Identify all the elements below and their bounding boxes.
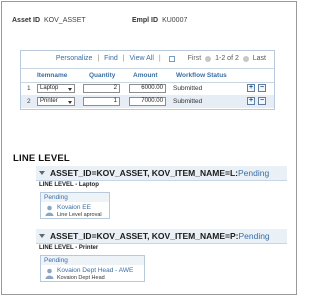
panel-status: Pending [238, 168, 270, 178]
delete-row-button[interactable]: − [258, 84, 266, 92]
itemname-select[interactable]: Laptop [37, 84, 75, 93]
panel-status: Pending [238, 231, 270, 241]
approver-card: Pending Kovaion EE Line Level aproval [40, 192, 110, 219]
last-link[interactable]: Last [253, 55, 266, 62]
dropdown-caret-icon [68, 101, 72, 104]
person-icon [45, 268, 54, 279]
itemname-select[interactable]: Printer [37, 97, 75, 106]
itemname-value: Laptop [40, 85, 59, 91]
column-header-quantity[interactable]: Quantity [89, 72, 115, 79]
panel-header-text: ASSET_ID=KOV_ASSET, KOV_ITEM_NAME=P: [50, 231, 239, 241]
first-link[interactable]: First [188, 55, 202, 62]
approver-role: Kovaion Dept Head [57, 275, 105, 281]
workflow-status: Submitted [173, 98, 203, 105]
line-level-subtitle: LINE LEVEL - Printer [39, 245, 99, 251]
panel-header-text: ASSET_ID=KOV_ASSET, KOV_ITEM_NAME=L: [50, 168, 238, 178]
table-row: 2 Printer 1 7000.00 Submitted + − [21, 95, 274, 108]
approver-role: Line Level aproval [57, 212, 102, 218]
empl-id-label: Empl ID [132, 17, 159, 24]
approval-panel-header[interactable]: ASSET_ID=KOV_ASSET, KOV_ITEM_NAME=L:Pend… [36, 166, 287, 181]
column-header-workflow-status[interactable]: Workflow Status [176, 72, 227, 79]
view-all-link[interactable]: View All [130, 55, 154, 62]
toolbar-separator: | [122, 55, 125, 62]
toolbar-separator: | [97, 55, 100, 62]
delete-row-button[interactable]: − [258, 97, 266, 105]
column-header-itemname[interactable]: Itemname [37, 72, 67, 79]
card-status: Pending [41, 193, 109, 202]
table-row: 1 Laptop 2 6000.00 Submitted + − [21, 82, 274, 95]
empl-id-field: Empl ID KU0007 [132, 17, 187, 24]
workflow-status: Submitted [173, 85, 203, 92]
amount-input[interactable]: 6000.00 [129, 84, 166, 93]
approver-card: Pending Kovaion Dept Head - AWE Kovaion … [40, 255, 145, 282]
asset-id-label: Asset ID [12, 17, 41, 24]
row-range: 1-2 of 2 [215, 55, 239, 62]
itemname-value: Printer [40, 98, 58, 104]
column-header-amount[interactable]: Amount [133, 72, 158, 79]
approver-name[interactable]: Kovaion EE [57, 204, 91, 211]
download-icon[interactable] [168, 55, 175, 62]
approval-panel-header[interactable]: ASSET_ID=KOV_ASSET, KOV_ITEM_NAME=P:Pend… [36, 229, 287, 244]
quantity-input[interactable]: 1 [83, 97, 120, 106]
line-level-title: LINE LEVEL [13, 153, 70, 164]
items-grid: Personalize | Find | View All | First 1-… [20, 50, 275, 110]
find-link[interactable]: Find [104, 55, 118, 62]
quantity-input[interactable]: 2 [83, 84, 120, 93]
amount-input[interactable]: 7000.00 [129, 97, 166, 106]
asset-id-field: Asset ID KOV_ASSET [12, 17, 86, 24]
personalize-link[interactable]: Personalize [56, 55, 93, 62]
dropdown-caret-icon [68, 88, 72, 91]
add-row-button[interactable]: + [247, 84, 255, 92]
line-level-subtitle: LINE LEVEL - Laptop [39, 182, 99, 188]
grid-column-headers: Itemname Quantity Amount Workflow Status [21, 68, 274, 83]
empl-id-value: KU0007 [162, 17, 188, 24]
collapse-triangle-icon[interactable] [39, 171, 45, 175]
collapse-triangle-icon[interactable] [39, 234, 45, 238]
add-row-button[interactable]: + [247, 97, 255, 105]
card-status: Pending [41, 256, 144, 265]
toolbar-separator: | [158, 55, 161, 62]
asset-id-value: KOV_ASSET [44, 17, 86, 24]
row-number: 2 [27, 98, 31, 105]
approver-name[interactable]: Kovaion Dept Head - AWE [57, 267, 133, 274]
person-icon [45, 205, 54, 216]
next-arrow-icon[interactable] [242, 55, 249, 62]
prev-arrow-icon[interactable] [205, 55, 212, 62]
grid-toolbar: Personalize | Find | View All | First 1-… [56, 55, 266, 65]
row-number: 1 [27, 85, 31, 92]
